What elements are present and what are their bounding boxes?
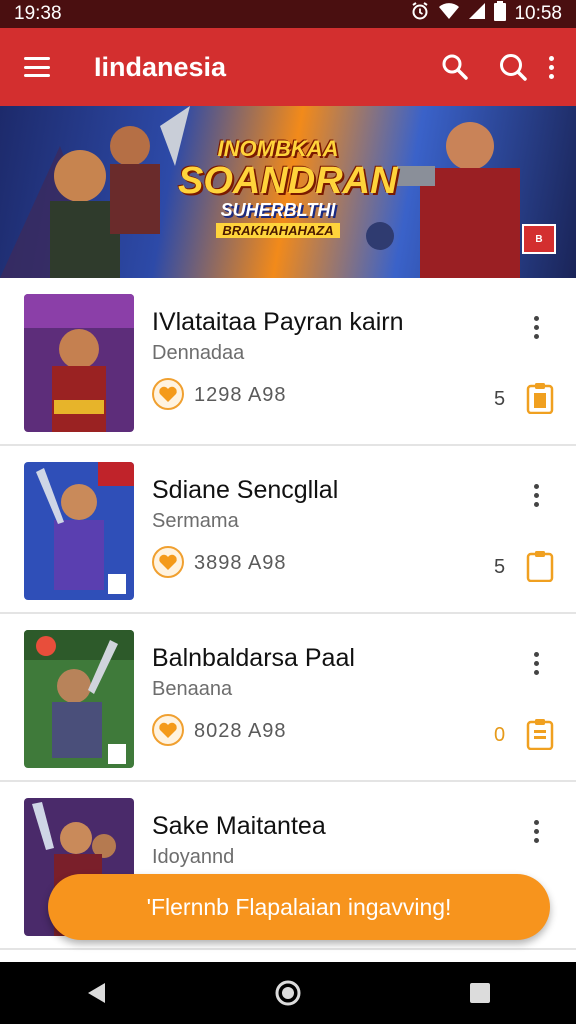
search-icon-secondary[interactable]: [491, 45, 535, 89]
banner-line1: INOMBKAA: [217, 136, 339, 161]
heart-icon[interactable]: [152, 546, 184, 578]
status-bar: 19:38 10:58: [0, 0, 576, 28]
list-item[interactable]: IVlataitaa Payran kairn Dennadaa 1298 A9…: [0, 278, 576, 446]
item-title: IVlataitaa Payran kairn: [152, 308, 404, 336]
status-time-left: 19:38: [14, 3, 62, 24]
battery-icon: [494, 1, 507, 27]
game-thumbnail: [24, 630, 134, 768]
banner-line4: BRAKHAHAHAZA: [216, 223, 340, 238]
item-stats: 8028 A98: [194, 720, 287, 742]
app-bar: Iindanesia: [0, 28, 576, 106]
search-icon[interactable]: [433, 45, 477, 89]
item-more-icon[interactable]: [534, 484, 539, 507]
clipboard-icon[interactable]: [526, 550, 554, 583]
recents-icon[interactable]: [460, 973, 500, 1013]
promo-banner[interactable]: INOMBKAA SOANDRAN SUHERBLTHI BRAKHAHAHAZ…: [0, 106, 576, 278]
back-icon[interactable]: [76, 973, 116, 1013]
banner-badge: B: [522, 224, 556, 254]
status-time-right: 10:58: [514, 3, 562, 24]
item-more-icon[interactable]: [534, 820, 539, 843]
list-item[interactable]: Balnbaldarsa Paal Benaana 8028 A98 0: [0, 614, 576, 782]
app-title: Iindanesia: [94, 51, 227, 82]
more-vert-icon[interactable]: [549, 55, 554, 79]
banner-line2: SOANDRAN: [178, 160, 398, 202]
heart-icon[interactable]: [152, 714, 184, 746]
cta-button[interactable]: 'Flernnb Flapalaian ingavving!: [48, 874, 550, 940]
item-count: 5: [494, 388, 506, 410]
signal-icon: [468, 2, 486, 26]
list-item[interactable]: Sdiane Sencgllal Sermama 3898 A98 5: [0, 446, 576, 614]
clipboard-icon[interactable]: [526, 382, 554, 415]
item-stats: 1298 A98: [194, 384, 287, 406]
item-subtitle: Sermama: [152, 510, 239, 532]
banner-title: INOMBKAA SOANDRAN SUHERBLTHI BRAKHAHAHAZ…: [178, 136, 398, 240]
banner-line3: SUHERBLTHI: [220, 200, 336, 220]
game-thumbnail: [24, 462, 134, 600]
status-icons: 10:58: [410, 1, 562, 27]
item-count: 5: [494, 556, 506, 578]
item-title: Sdiane Sencgllal: [152, 476, 339, 504]
item-more-icon[interactable]: [534, 316, 539, 339]
alarm-icon: [410, 1, 430, 27]
wifi-icon: [438, 2, 460, 26]
game-list: IVlataitaa Payran kairn Dennadaa 1298 A9…: [0, 278, 576, 950]
menu-icon[interactable]: [24, 57, 50, 77]
clipboard-icon[interactable]: [526, 718, 554, 751]
item-count: 0: [494, 724, 506, 746]
item-subtitle: Idoyannd: [152, 846, 235, 868]
heart-icon[interactable]: [152, 378, 184, 410]
system-nav-bar: [0, 962, 576, 1024]
game-thumbnail: [24, 294, 134, 432]
item-title: Sake Maitantea: [152, 812, 326, 840]
item-stats: 3898 A98: [194, 552, 287, 574]
home-icon[interactable]: [268, 973, 308, 1013]
item-subtitle: Dennadaa: [152, 342, 245, 364]
item-more-icon[interactable]: [534, 652, 539, 675]
item-subtitle: Benaana: [152, 678, 233, 700]
item-title: Balnbaldarsa Paal: [152, 644, 355, 672]
